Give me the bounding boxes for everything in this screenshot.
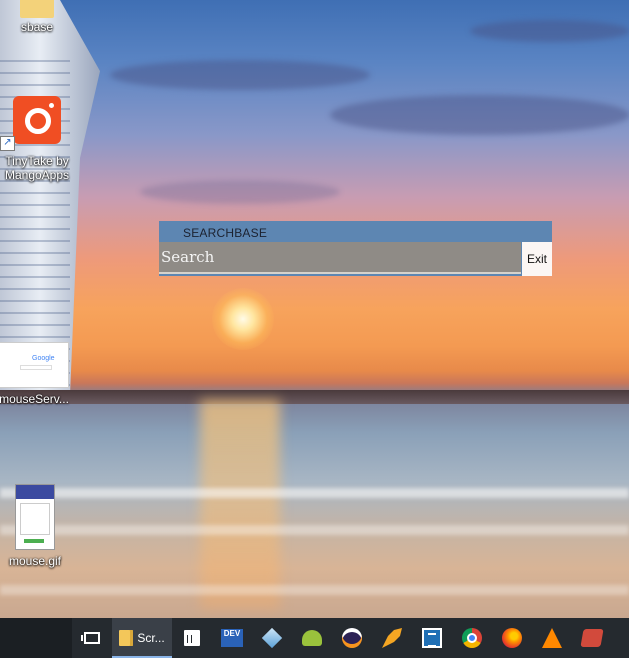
taskbar-vlc[interactable] bbox=[532, 618, 572, 658]
taskbar-item-label: Scr... bbox=[137, 631, 165, 645]
task-view-icon bbox=[81, 632, 100, 644]
sun bbox=[212, 288, 274, 350]
vlc-icon bbox=[542, 628, 562, 648]
taskbar-store[interactable] bbox=[172, 618, 212, 658]
cloud bbox=[110, 60, 370, 90]
google-thumbnail-icon: Google bbox=[0, 342, 69, 388]
start-area[interactable] bbox=[0, 618, 72, 658]
cloud bbox=[140, 180, 340, 204]
searchbase-window: SEARCHBASE Exit bbox=[159, 221, 552, 276]
taskbar-firefox[interactable] bbox=[492, 618, 532, 658]
wave bbox=[0, 585, 629, 595]
file-explorer-icon bbox=[119, 630, 134, 646]
search-input[interactable] bbox=[159, 242, 521, 274]
android-studio-icon bbox=[302, 630, 322, 646]
chrome-icon bbox=[462, 628, 482, 648]
desktop-icon-mouse-gif[interactable]: mouse.gif bbox=[0, 484, 72, 568]
taskbar-tool[interactable] bbox=[372, 618, 412, 658]
desktop-icon-label: mouse.gif bbox=[8, 554, 62, 568]
desktop-icon-label: sbase bbox=[20, 20, 54, 34]
dev-cpp-icon: DEV bbox=[221, 629, 243, 647]
taskbar-virtualbox[interactable] bbox=[252, 618, 292, 658]
shoreline bbox=[0, 390, 629, 404]
desktop-icon-label: mouseServ... bbox=[0, 392, 69, 406]
taskbar: Scr... DEV bbox=[0, 618, 629, 658]
virtualbox-icon bbox=[261, 627, 283, 649]
cloud bbox=[330, 95, 629, 135]
wave bbox=[0, 488, 629, 498]
taskbar-chrome[interactable] bbox=[452, 618, 492, 658]
task-view-button[interactable] bbox=[72, 618, 112, 658]
folder-icon bbox=[20, 0, 54, 18]
tinytake-icon bbox=[13, 96, 61, 144]
taskbar-brackets[interactable] bbox=[412, 618, 452, 658]
wave bbox=[0, 525, 629, 535]
eclipse-icon bbox=[342, 628, 362, 648]
desktop-icon-label: TinyTake by MangoApps bbox=[4, 154, 70, 182]
store-icon bbox=[184, 630, 200, 646]
sun-reflection bbox=[200, 400, 280, 610]
taskbar-android-studio[interactable] bbox=[292, 618, 332, 658]
misc-app-icon bbox=[580, 629, 604, 647]
cloud bbox=[470, 20, 629, 42]
window-title: SEARCHBASE bbox=[183, 226, 268, 240]
tool-icon bbox=[382, 628, 402, 648]
desktop-icon-sbase[interactable]: sbase bbox=[0, 0, 74, 34]
desktop-icon-tinytake[interactable]: ↗ TinyTake by MangoApps bbox=[0, 96, 74, 182]
taskbar-dev-cpp[interactable]: DEV bbox=[212, 618, 252, 658]
taskbar-eclipse[interactable] bbox=[332, 618, 372, 658]
taskbar-file-explorer[interactable]: Scr... bbox=[112, 618, 172, 658]
gif-thumbnail-icon bbox=[15, 484, 55, 550]
desktop-icon-mouseserv[interactable]: Google mouseServ... bbox=[0, 342, 71, 406]
firefox-icon bbox=[502, 628, 522, 648]
shortcut-arrow-icon: ↗ bbox=[0, 136, 15, 151]
desktop-wallpaper bbox=[0, 0, 629, 618]
brackets-icon bbox=[422, 628, 442, 648]
taskbar-misc-app[interactable] bbox=[572, 618, 612, 658]
exit-button[interactable]: Exit bbox=[522, 242, 552, 276]
